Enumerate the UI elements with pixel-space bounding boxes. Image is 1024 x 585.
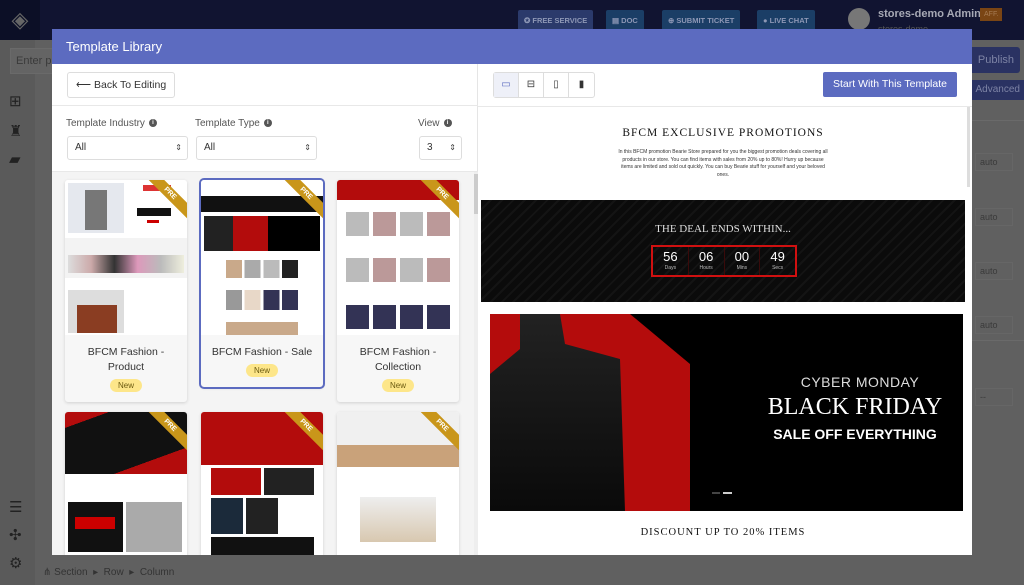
editor-sidebar: ⊞ ♜ ▰ ☰ ✣ ⚙ <box>0 40 35 585</box>
template-card[interactable]: PRE BFCM Fashion - Product New <box>65 180 187 402</box>
industry-label: Template Industry i <box>66 118 157 129</box>
template-card[interactable]: PRE <box>337 412 459 555</box>
add-element-icon[interactable]: ⊞ <box>9 92 22 110</box>
template-card[interactable]: PRE <box>65 412 187 555</box>
puzzle-icon[interactable]: ✣ <box>9 526 22 544</box>
publish-button[interactable]: Publish <box>968 47 1020 73</box>
template-title: BFCM Fashion - Collection <box>359 346 437 373</box>
start-with-template-button[interactable]: Start With This Template <box>823 72 957 97</box>
submit-ticket-label: SUBMIT TICKET <box>676 16 735 25</box>
view-select[interactable]: 3 ⇕ <box>419 136 462 160</box>
modal-title: Template Library <box>52 29 972 64</box>
countdown-hours: 06 Hours <box>689 247 725 275</box>
updown-icon: ⇕ <box>449 143 456 152</box>
template-thumbnail <box>337 180 459 335</box>
new-badge: New <box>110 379 142 392</box>
free-service-label: FREE SERVICE <box>532 16 588 25</box>
template-title: BFCM Fashion - Product <box>87 346 165 373</box>
desktop-icon[interactable]: ▭ <box>494 73 519 97</box>
select-input[interactable]: -- <box>975 388 1013 406</box>
avatar[interactable] <box>848 8 870 30</box>
auto-input[interactable]: auto <box>975 316 1013 334</box>
back-to-editing-button[interactable]: ⟵ Back To Editing <box>67 72 176 98</box>
template-thumbnail <box>201 180 323 335</box>
folder-icon[interactable]: ▰ <box>9 150 21 168</box>
type-select[interactable]: All ⇕ <box>196 136 317 160</box>
template-card-selected[interactable]: PRE BFCM Fashion - Sale New <box>199 178 325 389</box>
aff-badge[interactable]: AFF. <box>980 8 1003 21</box>
template-preview: BFCM EXCLUSIVE PROMOTIONS In this BFCM p… <box>478 106 972 555</box>
slider-dots[interactable] <box>712 492 732 494</box>
breadcrumb: ⋔ Section ▸ Row ▸ Column <box>43 567 175 578</box>
auto-input[interactable]: auto <box>975 208 1013 226</box>
banner-line-3: SALE OFF EVERYTHING <box>773 426 937 442</box>
doc-button[interactable]: ▤ DOC <box>606 10 644 31</box>
preview-scrollbar[interactable] <box>967 107 970 187</box>
preview-heading: BFCM EXCLUSIVE PROMOTIONS <box>622 127 824 139</box>
banner-line-1: CYBER MONDAY <box>800 374 920 390</box>
updown-icon: ⇕ <box>304 143 311 152</box>
layers-icon[interactable]: ☰ <box>9 498 22 516</box>
countdown-mins: 00 Mins <box>725 247 761 275</box>
template-card[interactable]: PRE <box>201 412 323 555</box>
type-label: Template Type i <box>195 118 272 129</box>
new-badge: New <box>246 364 278 377</box>
template-list-panel: ⟵ Back To Editing Template Industry i Tem… <box>52 64 478 555</box>
info-icon[interactable]: i <box>148 119 157 128</box>
template-title: BFCM Fashion - Sale <box>211 346 313 358</box>
template-thumbnail <box>65 412 187 555</box>
arrow-left-icon: ⟵ <box>76 79 92 91</box>
laptop-icon[interactable]: ⊟ <box>519 73 544 97</box>
template-library-modal: Template Library ⟵ Back To Editing Templ… <box>52 29 972 555</box>
device-switcher: ▭ ⊟ ▯ ▮ <box>493 72 595 98</box>
hero-banner: CYBER MONDAY BLACK FRIDAY SALE OFF EVERY… <box>490 314 963 511</box>
crumb-column[interactable]: Column <box>140 567 174 578</box>
crumb-row[interactable]: Row <box>104 567 124 578</box>
view-label: View i <box>418 118 452 129</box>
industry-select[interactable]: All ⇕ <box>67 136 188 160</box>
countdown-days: 56 Days <box>653 247 689 275</box>
gear-icon[interactable]: ⚙ <box>9 554 22 572</box>
back-label: Back To Editing <box>93 79 167 91</box>
countdown-section: THE DEAL ENDS WITHIN... 56 Days 06 Hours 0… <box>481 200 965 302</box>
countdown-secs: 49 Secs <box>770 249 785 271</box>
crumb-section[interactable]: Section <box>54 567 87 578</box>
user-name[interactable]: stores-demo Admin <box>878 8 981 20</box>
preview-panel: ▭ ⊟ ▯ ▮ Start With This Template BFCM EX… <box>478 64 972 555</box>
logo-icon: ◈ <box>0 0 40 40</box>
doc-label: DOC <box>621 16 638 25</box>
countdown-timer: 56 Days 06 Hours 00 Mins 49 Secs <box>651 245 797 277</box>
live-chat-label: LIVE CHAT <box>769 16 809 25</box>
divider <box>52 105 478 106</box>
live-chat-button[interactable]: ● LIVE CHAT <box>757 10 815 31</box>
updown-icon: ⇕ <box>175 143 182 152</box>
tablet-icon[interactable]: ▯ <box>544 73 569 97</box>
shopify-icon[interactable]: ♜ <box>9 122 22 140</box>
free-service-button[interactable]: ✪ FREE SERVICE <box>518 10 594 31</box>
divider <box>972 120 1024 121</box>
auto-input[interactable]: auto <box>975 153 1013 171</box>
deal-title: THE DEAL ENDS WITHIN... <box>655 223 791 235</box>
template-thumbnail <box>201 412 323 555</box>
auto-input[interactable]: auto <box>975 262 1013 280</box>
banner-line-2: BLACK FRIDAY <box>767 394 943 420</box>
section-title: DISCOUNT UP TO 20% ITEMS <box>640 527 806 538</box>
template-thumbnail <box>65 180 187 335</box>
new-badge: New <box>382 379 414 392</box>
divider <box>972 340 1024 341</box>
mobile-icon[interactable]: ▮ <box>569 73 594 97</box>
submit-ticket-button[interactable]: ⊕ SUBMIT TICKET <box>662 10 741 31</box>
info-icon[interactable]: i <box>263 119 272 128</box>
template-grid: PRE BFCM Fashion - Product New PRE BFCM … <box>52 171 478 555</box>
info-icon[interactable]: i <box>443 119 452 128</box>
template-card[interactable]: PRE BFCM Fashion - Collection New <box>337 180 459 402</box>
preview-description: In this BFCM promotion Bearie Store prep… <box>618 149 828 178</box>
advanced-tab[interactable]: Advanced <box>968 80 1024 100</box>
template-thumbnail <box>337 412 459 555</box>
